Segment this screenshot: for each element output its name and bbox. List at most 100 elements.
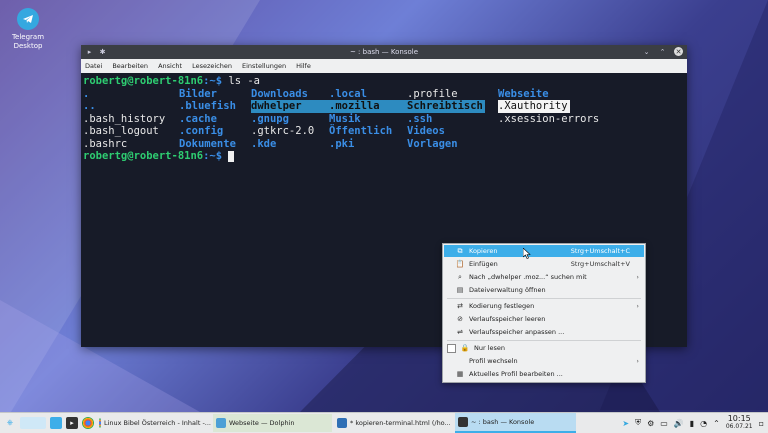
menu-einstellungen[interactable]: Einstellungen bbox=[242, 62, 286, 70]
task-label: Linux Bibel Österreich - Inhalt -... bbox=[103, 419, 211, 427]
text-cursor bbox=[228, 150, 235, 162]
lock-icon: 🔒 bbox=[460, 344, 470, 352]
menu-item-verlauf-leeren[interactable]: ⊘ Verlaufsspeicher leeren bbox=[444, 313, 644, 325]
menu-item-label: Aktuelles Profil bearbeiten ... bbox=[469, 370, 563, 378]
menu-item-label: Verlaufsspeicher anpassen ... bbox=[469, 328, 565, 336]
menu-item-shortcut: Strg+Umschalt+V bbox=[570, 260, 630, 268]
menu-item-shortcut: Strg+Umschalt+C bbox=[570, 247, 630, 255]
telegram-icon bbox=[17, 8, 39, 30]
prompt-suffix: :~$ bbox=[203, 75, 223, 87]
menu-item-label: Dateiverwaltung öffnen bbox=[469, 286, 546, 294]
prompt-suffix: :~$ bbox=[203, 150, 223, 162]
clipboard-icon[interactable]: ▭ bbox=[660, 419, 668, 428]
context-menu: ⧉ Kopieren Strg+Umschalt+C 📋 Einfügen St… bbox=[442, 243, 646, 383]
terminal-icon bbox=[458, 417, 468, 427]
clear-icon: ⊘ bbox=[457, 315, 463, 323]
file-manager-icon[interactable] bbox=[50, 417, 62, 429]
menu-hilfe[interactable]: Hilfe bbox=[296, 62, 311, 70]
wifi-icon[interactable]: ◔ bbox=[700, 419, 707, 428]
menu-item-kopieren[interactable]: ⧉ Kopieren Strg+Umschalt+C bbox=[444, 245, 644, 257]
expand-tray-icon[interactable]: ⌃ bbox=[713, 419, 720, 428]
menu-ansicht[interactable]: Ansicht bbox=[158, 62, 182, 70]
terminal-line: robertg@robert-81n6:~$ ls -a bbox=[83, 75, 260, 88]
battery-icon[interactable]: ▮ bbox=[690, 419, 694, 428]
profile-icon: ▦ bbox=[456, 370, 464, 378]
app-launcher-icon[interactable]: ⎈ bbox=[4, 417, 16, 429]
file-entry: Dokumente bbox=[179, 137, 236, 150]
file-entry-selected: .mozilla bbox=[329, 100, 407, 113]
menu-item-label: Profil wechseln bbox=[469, 357, 518, 365]
task-chrome[interactable]: Linux Bibel Österreich - Inhalt -... bbox=[96, 414, 211, 432]
menu-datei[interactable]: Datei bbox=[85, 62, 102, 70]
menu-item-profil-wechseln[interactable]: Profil wechseln › bbox=[444, 355, 644, 367]
file-entry-selected: dwhelper bbox=[251, 100, 329, 113]
pager-icon[interactable] bbox=[20, 417, 46, 429]
file-entry: Öffentlich bbox=[329, 125, 393, 137]
menu-item-verlauf-anpassen[interactable]: ⇌ Verlaufsspeicher anpassen ... bbox=[444, 326, 644, 338]
network-icon[interactable]: ⚙ bbox=[647, 419, 654, 428]
prompt-user: robertg@robert-81n6 bbox=[83, 150, 204, 162]
file-entry: Musik bbox=[329, 112, 361, 125]
menu-item-kodierung[interactable]: ⇄ Kodierung festlegen › bbox=[444, 300, 644, 312]
file-entry: Downloads bbox=[251, 87, 308, 100]
menu-separator bbox=[447, 298, 641, 299]
menu-item-label: Kodierung festlegen bbox=[469, 302, 535, 310]
chevron-right-icon: › bbox=[636, 273, 639, 281]
telegram-tray-icon[interactable]: ➤ bbox=[622, 419, 629, 428]
task-konsole[interactable]: ~ : bash — Konsole bbox=[455, 413, 576, 433]
file-entry: .gtkrc-2.0 bbox=[251, 125, 315, 137]
menu-item-profil-bearbeiten[interactable]: ▦ Aktuelles Profil bearbeiten ... bbox=[444, 368, 644, 380]
clock-date: 06.07.21 bbox=[725, 423, 753, 430]
desktop-icon-label: Telegram bbox=[11, 33, 45, 41]
command-text: ls -a bbox=[222, 75, 261, 87]
clock[interactable]: 10:15 06.07.21 bbox=[726, 415, 753, 431]
file-entry: .ssh bbox=[407, 112, 433, 125]
chevron-right-icon: › bbox=[636, 302, 639, 310]
menu-item-dateiverwaltung[interactable]: ▤ Dateiverwaltung öffnen bbox=[444, 284, 644, 296]
menu-item-label: Verlaufsspeicher leeren bbox=[469, 315, 546, 323]
file-entry: .local bbox=[329, 87, 367, 100]
menu-item-suchen[interactable]: ⌕ Nach „dwhelper .moz...“ suchen mit › bbox=[444, 271, 644, 283]
task-editor[interactable]: * kopieren-terminal.html (/ho... bbox=[334, 414, 453, 432]
prompt-user: robertg@robert-81n6 bbox=[83, 75, 204, 87]
telegram-desktop-icon[interactable]: Telegram Desktop bbox=[8, 8, 48, 51]
folder-icon: ▤ bbox=[456, 286, 464, 294]
window-titlebar[interactable]: ▸ ✱ ~ : bash — Konsole ⌄ ⌃ ✕ bbox=[81, 45, 687, 59]
file-entry: Videos bbox=[407, 125, 445, 137]
menu-item-nur-lesen[interactable]: 🔒 Nur lesen bbox=[444, 342, 644, 354]
volume-icon[interactable]: 🔊 bbox=[674, 419, 684, 428]
encoding-icon: ⇄ bbox=[457, 302, 463, 310]
chrome-icon[interactable] bbox=[82, 417, 94, 429]
bluefish-icon bbox=[337, 418, 347, 428]
taskbar: ⎈ ▸ Linux Bibel Österreich - Inhalt -...… bbox=[0, 412, 768, 433]
close-icon[interactable]: ✕ bbox=[674, 47, 683, 56]
minimize-icon[interactable]: ⌄ bbox=[642, 47, 651, 56]
blank-icon bbox=[456, 357, 464, 365]
file-entry: .profile bbox=[407, 87, 458, 100]
file-entry: .bluefish bbox=[179, 100, 236, 112]
terminal-icon[interactable]: ▸ bbox=[66, 417, 78, 429]
menu-bearbeiten[interactable]: Bearbeiten bbox=[112, 62, 148, 70]
file-entry: Webseite bbox=[498, 87, 549, 100]
copy-icon: ⧉ bbox=[457, 246, 463, 255]
file-entry: .kde bbox=[251, 137, 277, 150]
shield-icon[interactable]: ⛨ bbox=[635, 418, 641, 428]
desktop-icon-label: Desktop bbox=[13, 42, 43, 50]
show-desktop-icon[interactable]: ▫ bbox=[759, 419, 764, 428]
menu-separator bbox=[447, 340, 641, 341]
clock-time: 10:15 bbox=[727, 414, 751, 423]
terminal-app-icon[interactable]: ▸ bbox=[85, 48, 94, 57]
menu-item-einfuegen[interactable]: 📋 Einfügen Strg+Umschalt+V bbox=[444, 258, 644, 270]
pin-icon[interactable]: ✱ bbox=[98, 48, 107, 57]
checkbox[interactable] bbox=[447, 343, 456, 353]
task-dolphin[interactable]: Webseite — Dolphin bbox=[213, 414, 332, 432]
task-label: * kopieren-terminal.html (/ho... bbox=[350, 419, 451, 427]
maximize-icon[interactable]: ⌃ bbox=[658, 47, 667, 56]
file-entry: .bashrc bbox=[83, 137, 128, 150]
file-entry: .cache bbox=[179, 112, 217, 125]
window-title: ~ : bash — Konsole bbox=[349, 48, 419, 56]
search-icon: ⌕ bbox=[458, 272, 462, 281]
history-icon: ⇌ bbox=[457, 328, 463, 336]
menu-lesezeichen[interactable]: Lesezeichen bbox=[192, 62, 232, 70]
menubar: Datei Bearbeiten Ansicht Lesezeichen Ein… bbox=[81, 59, 687, 73]
